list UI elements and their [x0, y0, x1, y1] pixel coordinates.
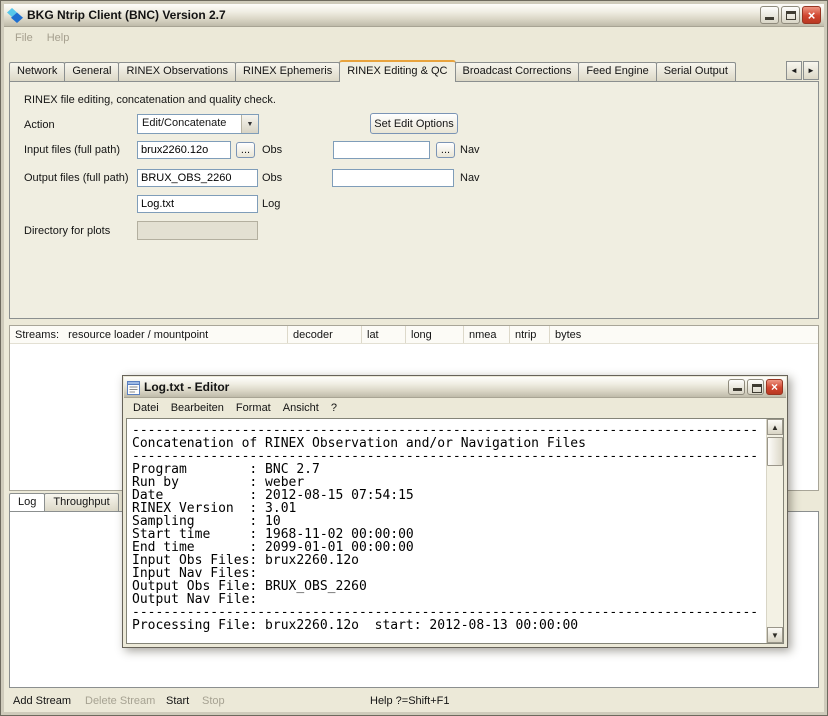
editor-window: Log.txt - Editor × Datei Bearbeiten Form…	[122, 375, 788, 648]
output-nav-suffix-label: Nav	[460, 172, 480, 184]
minimize-button[interactable]	[760, 6, 779, 24]
screen: BKG Ntrip Client (BNC) Version 2.7 × Fil…	[0, 0, 828, 716]
tab-network[interactable]: Network	[9, 62, 65, 81]
tab-log[interactable]: Log	[9, 493, 45, 511]
notepad-icon	[127, 380, 140, 395]
panel-description: RINEX file editing, concatenation and qu…	[24, 94, 276, 106]
action-select[interactable]: Edit/Concatenate ▼	[137, 114, 259, 134]
scroll-up-icon[interactable]: ▲	[767, 419, 783, 435]
tab-scroll-buttons: ◄ ►	[785, 61, 819, 80]
logfile-suffix-label: Log	[262, 198, 280, 210]
input-obs-suffix-label: Obs	[262, 144, 282, 156]
main-menubar: File Help	[5, 28, 823, 48]
plots-dir-label: Directory for plots	[24, 225, 110, 237]
editor-menubar: Datei Bearbeiten Format Ansicht ?	[124, 398, 786, 417]
input-obs-field[interactable]	[137, 141, 231, 159]
editor-menu-ansicht[interactable]: Ansicht	[277, 400, 325, 416]
combo-dropdown-icon: ▼	[241, 115, 258, 133]
editor-title: Log.txt - Editor	[144, 380, 724, 394]
logfile-field[interactable]	[137, 195, 258, 213]
start-button[interactable]: Start	[166, 695, 189, 707]
tab-rinex-observations[interactable]: RINEX Observations	[118, 62, 235, 81]
output-files-label: Output files (full path)	[24, 172, 129, 184]
minimize-icon	[765, 17, 774, 20]
input-nav-field[interactable]	[333, 141, 430, 159]
editor-close-button[interactable]: ×	[766, 379, 783, 395]
action-select-value: Edit/Concatenate	[138, 115, 241, 133]
editor-minimize-button[interactable]	[728, 379, 745, 395]
editor-minimize-icon	[733, 388, 742, 391]
main-titlebar[interactable]: BKG Ntrip Client (BNC) Version 2.7 ×	[4, 4, 824, 27]
input-files-label: Input files (full path)	[24, 144, 120, 156]
action-label: Action	[24, 119, 55, 131]
maximize-button[interactable]	[781, 6, 800, 24]
streams-header-mountpoint: Streams: resource loader / mountpoint	[10, 326, 288, 343]
set-edit-options-button[interactable]: Set Edit Options	[370, 113, 458, 134]
tab-rinex-ephemeris[interactable]: RINEX Ephemeris	[235, 62, 340, 81]
streams-header-decoder: decoder	[288, 326, 362, 343]
scroll-down-icon[interactable]: ▼	[767, 627, 783, 643]
editor-maximize-icon	[752, 384, 762, 393]
streams-header-long: long	[406, 326, 464, 343]
tab-rinex-editing-qc[interactable]: RINEX Editing & QC	[339, 60, 455, 82]
window-title: BKG Ntrip Client (BNC) Version 2.7	[27, 8, 756, 22]
stop-button: Stop	[202, 695, 225, 707]
plots-dir-field	[137, 221, 258, 240]
editor-text-area[interactable]: ----------------------------------------…	[126, 418, 784, 644]
tab-broadcast-corrections[interactable]: Broadcast Corrections	[455, 62, 580, 81]
browse-input-obs-button[interactable]: ...	[236, 142, 255, 158]
tab-throughput[interactable]: Throughput	[44, 493, 118, 511]
menu-file[interactable]: File	[8, 29, 40, 47]
tab-serial-output[interactable]: Serial Output	[656, 62, 736, 81]
streams-header-nmea: nmea	[464, 326, 510, 343]
output-obs-suffix-label: Obs	[262, 172, 282, 184]
editor-menu-datei[interactable]: Datei	[127, 400, 165, 416]
editor-text-line: Processing File: brux2260.12o start: 201…	[132, 619, 761, 632]
rinex-editing-panel: RINEX file editing, concatenation and qu…	[9, 81, 819, 319]
output-obs-field[interactable]	[137, 169, 258, 187]
editor-menu-format[interactable]: Format	[230, 400, 277, 416]
editor-menu-bearbeiten[interactable]: Bearbeiten	[165, 400, 230, 416]
streams-header-bytes: bytes	[550, 326, 818, 343]
bottom-tab-bar: Log Throughput	[9, 493, 118, 511]
tab-scroll-left-icon[interactable]: ◄	[786, 61, 802, 80]
tab-general[interactable]: General	[64, 62, 119, 81]
streams-header: Streams: resource loader / mountpoint de…	[10, 326, 818, 344]
scroll-thumb[interactable]	[767, 437, 783, 466]
window-controls: ×	[760, 6, 821, 24]
close-button[interactable]: ×	[802, 6, 821, 24]
close-icon: ×	[808, 9, 816, 22]
delete-stream-button: Delete Stream	[85, 695, 155, 707]
browse-input-nav-button[interactable]: ...	[436, 142, 455, 158]
help-button[interactable]: Help ?=Shift+F1	[370, 695, 450, 707]
streams-header-lat: lat	[362, 326, 406, 343]
tab-scroll-right-icon[interactable]: ►	[803, 61, 819, 80]
maximize-icon	[786, 11, 796, 20]
menu-help[interactable]: Help	[40, 29, 77, 47]
add-stream-button[interactable]: Add Stream	[13, 695, 71, 707]
tab-feed-engine[interactable]: Feed Engine	[578, 62, 656, 81]
output-nav-field[interactable]	[332, 169, 454, 187]
editor-titlebar[interactable]: Log.txt - Editor ×	[124, 377, 786, 398]
streams-header-ntrip: ntrip	[510, 326, 550, 343]
editor-close-icon: ×	[771, 381, 778, 393]
bnc-app-icon	[7, 8, 23, 23]
action-bar: Add Stream Delete Stream Start Stop Help…	[5, 691, 823, 713]
editor-scrollbar[interactable]: ▲ ▼	[766, 419, 783, 643]
editor-window-controls: ×	[728, 379, 783, 395]
editor-menu-hilfe[interactable]: ?	[325, 400, 343, 416]
editor-maximize-button[interactable]	[747, 379, 764, 395]
tab-bar: Network General RINEX Observations RINEX…	[9, 59, 819, 81]
input-nav-suffix-label: Nav	[460, 144, 480, 156]
